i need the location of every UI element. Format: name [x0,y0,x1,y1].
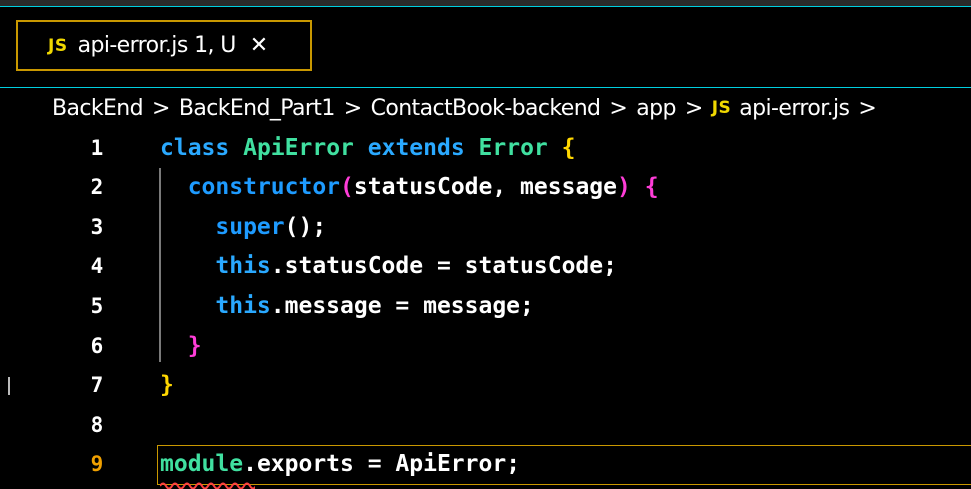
line-number: 8 [90,413,104,437]
line-number: 3 [90,215,104,239]
js-file-icon: JS [711,98,732,118]
line-number: 2 [90,175,104,199]
breadcrumb-item-contactbook-backend[interactable]: ContactBook-backend [371,96,601,121]
code-token: ( [340,174,354,200]
code-line[interactable]: 6 } [0,327,971,366]
current-line-highlight [157,445,971,485]
js-file-icon: JS [48,35,68,56]
code-line[interactable]: 5 this.message = message; [0,287,971,326]
code-line[interactable]: 3 super(); [0,208,971,247]
code-token: (); [284,214,327,240]
code-token: } [160,372,174,398]
line-number: 5 [90,294,104,318]
code-line[interactable]: 2 constructor(statusCode, message) { [0,168,971,207]
chevron-right-icon: > [684,95,703,121]
code-token: ) [617,174,631,200]
code-token: ApiError [243,135,354,161]
line-number: 7 [90,373,104,397]
breadcrumb-item-backend[interactable]: BackEnd [52,96,144,121]
chevron-right-icon: > [343,95,362,121]
code-token: } [187,333,202,359]
line-number: 9 [90,452,104,476]
code-token: { [644,174,659,200]
code-text: } [160,327,202,366]
line-number: 4 [90,254,104,278]
code-token: this [215,253,271,279]
breadcrumb: BackEnd > BackEnd_Part1 > ContactBook-ba… [52,91,885,125]
code-text: } [160,366,174,405]
code-token: statusCode, message [353,174,617,200]
code-line[interactable]: 4 this.statusCode = statusCode; [0,247,971,286]
breadcrumb-item-backend-part1[interactable]: BackEnd_Part1 [179,96,335,121]
editor-tab-bar: JS api-error.js 1, U ✕ [0,7,971,88]
tab-api-error-js[interactable]: JS api-error.js 1, U ✕ [16,20,312,71]
error-squiggle [160,482,255,489]
code-token: .message = message; [270,293,534,319]
breadcrumb-item-app[interactable]: app [636,96,676,121]
code-token: this [215,293,271,319]
code-text: constructor(statusCode, message) { [160,168,659,207]
code-token: .statusCode = statusCode; [270,253,617,279]
line-number: 6 [90,334,104,358]
indent-guide [159,168,161,362]
code-token: class [160,135,230,161]
code-line[interactable]: 1 class ApiError extends Error { [0,129,971,168]
code-text: this.message = message; [160,287,534,326]
code-text: super(); [160,208,326,247]
code-token: extends [367,135,465,161]
code-text: this.statusCode = statusCode; [160,247,617,286]
code-editor[interactable]: 1 class ApiError extends Error {2 constru… [0,129,971,489]
code-text: class ApiError extends Error { [160,129,576,168]
code-token: { [561,135,576,161]
code-token: Error [478,135,548,161]
close-icon[interactable]: ✕ [250,33,268,58]
code-token: constructor [187,174,341,200]
line-number: 1 [90,136,104,160]
tab-label: api-error.js 1, U [77,33,237,58]
breadcrumb-item-file[interactable]: api-error.js [739,96,850,121]
chevron-right-icon: > [609,95,628,121]
code-token: super [215,214,285,240]
code-line[interactable]: 7} [0,366,971,405]
code-line[interactable]: 8 [0,406,971,445]
chevron-right-icon: > [152,95,170,121]
chevron-right-icon: > [858,95,877,121]
